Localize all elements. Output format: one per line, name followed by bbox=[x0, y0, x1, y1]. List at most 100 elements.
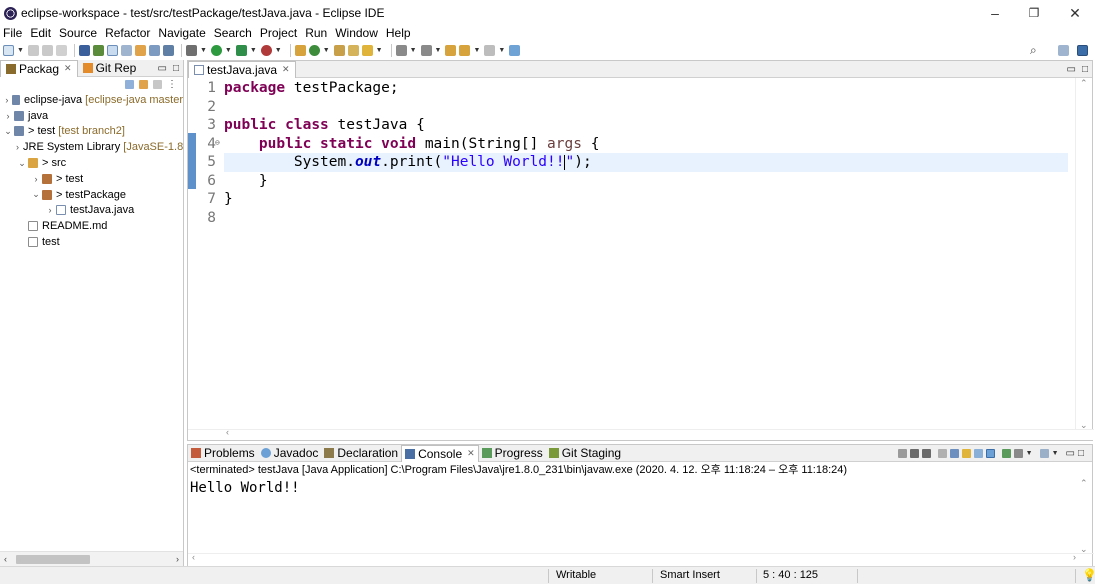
pilcrow-icon[interactable] bbox=[162, 44, 174, 56]
new-class-icon[interactable] bbox=[308, 44, 320, 56]
tree-item-eclipse-java[interactable]: › eclipse-java [eclipse-java master bbox=[0, 92, 183, 108]
code-line[interactable]: public class testJava { bbox=[224, 116, 1068, 135]
expand-icon[interactable]: › bbox=[44, 205, 56, 215]
terminate-icon[interactable] bbox=[897, 449, 907, 458]
coverage-icon[interactable] bbox=[235, 44, 247, 56]
word-wrap-console-icon[interactable] bbox=[961, 449, 971, 458]
minimize-view-icon[interactable]: ▭ bbox=[1067, 64, 1076, 75]
save-icon[interactable] bbox=[27, 44, 39, 56]
menu-help[interactable]: Help bbox=[386, 26, 411, 40]
tab-problems[interactable]: Problems bbox=[188, 445, 258, 462]
search-icon[interactable]: ⌕ bbox=[1030, 43, 1037, 58]
code-line[interactable]: System.out.print("Hello World!!"); bbox=[224, 153, 1068, 172]
scroll-lock-icon[interactable] bbox=[949, 449, 959, 458]
new-class-dropdown-icon[interactable]: ▼ bbox=[323, 47, 330, 54]
pin-console-icon[interactable] bbox=[1001, 449, 1011, 458]
maximize-view-icon[interactable]: □ bbox=[173, 63, 179, 74]
tree-item-src[interactable]: ⌄ > src bbox=[0, 155, 183, 171]
search-dropdown-icon[interactable]: ▼ bbox=[376, 47, 383, 54]
run-icon[interactable] bbox=[210, 44, 222, 56]
scroll-right-icon[interactable]: › bbox=[1073, 552, 1076, 562]
tab-testjava[interactable]: testJava.java ✕ bbox=[188, 60, 296, 78]
tree-item-testjava-file[interactable]: › testJava.java bbox=[0, 203, 183, 219]
code-line[interactable]: public static void main(String[] args { bbox=[224, 135, 1068, 154]
tab-javadoc[interactable]: Javadoc bbox=[258, 445, 322, 462]
block-selection-icon[interactable] bbox=[120, 44, 132, 56]
mark-occurrences-icon[interactable] bbox=[106, 44, 118, 56]
code-line[interactable] bbox=[224, 98, 1068, 117]
maximize-button[interactable]: ❐ bbox=[1019, 3, 1049, 23]
menu-source[interactable]: Source bbox=[59, 26, 97, 40]
java-perspective-icon[interactable] bbox=[1077, 44, 1088, 56]
previous-annotation-icon[interactable] bbox=[420, 44, 432, 56]
close-icon[interactable]: ✕ bbox=[467, 448, 475, 459]
menu-project[interactable]: Project bbox=[260, 26, 297, 40]
scroll-up-icon[interactable]: ⌃ bbox=[1080, 478, 1088, 489]
tree-item-readme[interactable]: README.md bbox=[0, 218, 183, 234]
code-text[interactable]: package testPackage; public class testJa… bbox=[224, 79, 1068, 227]
external-tools-dropdown-icon[interactable]: ▼ bbox=[275, 47, 282, 54]
code-line[interactable]: } bbox=[224, 190, 1068, 209]
minimize-view-icon[interactable]: ▭ bbox=[1066, 448, 1075, 459]
forward-icon[interactable] bbox=[484, 44, 496, 56]
tab-package-explorer[interactable]: Packag ✕ bbox=[0, 59, 78, 77]
open-type-icon[interactable] bbox=[78, 44, 90, 56]
console-horizontal-scrollbar[interactable]: ‹ › bbox=[188, 552, 1094, 566]
scroll-left-icon[interactable]: ‹ bbox=[4, 552, 7, 567]
expand-icon[interactable]: › bbox=[30, 174, 42, 184]
debug-dropdown-icon[interactable]: ▼ bbox=[200, 47, 207, 54]
task-icon[interactable] bbox=[92, 44, 104, 56]
remove-all-terminated-icon[interactable] bbox=[921, 449, 931, 458]
scroll-up-icon[interactable]: ⌃ bbox=[1080, 78, 1088, 89]
expand-icon[interactable]: › bbox=[16, 142, 19, 152]
scroll-left-icon[interactable]: ‹ bbox=[192, 552, 195, 562]
tab-progress[interactable]: Progress bbox=[479, 445, 546, 462]
left-horizontal-scrollbar[interactable]: ‹ › bbox=[0, 551, 183, 566]
expand-icon[interactable]: › bbox=[2, 111, 14, 121]
scroll-left-icon[interactable]: ‹ bbox=[226, 427, 229, 437]
link-with-editor-icon[interactable] bbox=[139, 79, 148, 89]
maximize-view-icon[interactable]: □ bbox=[1078, 448, 1084, 459]
run-dropdown-icon[interactable]: ▼ bbox=[225, 47, 232, 54]
new-java-project-icon[interactable] bbox=[294, 44, 306, 56]
menu-search[interactable]: Search bbox=[214, 26, 252, 40]
tab-declaration[interactable]: Declaration bbox=[321, 445, 401, 462]
code-line[interactable]: package testPackage; bbox=[224, 79, 1068, 98]
print-icon[interactable] bbox=[55, 44, 67, 56]
save-all-icon[interactable] bbox=[41, 44, 53, 56]
scrollbar-thumb[interactable] bbox=[16, 555, 90, 564]
open-folder-icon[interactable] bbox=[333, 44, 345, 56]
show-on-output-icon[interactable] bbox=[973, 449, 983, 458]
new-dropdown-icon[interactable]: ▼ bbox=[17, 47, 24, 54]
forward-dropdown-icon[interactable]: ▼ bbox=[498, 47, 505, 54]
close-icon[interactable]: ✕ bbox=[64, 63, 72, 74]
search-toolbar-icon[interactable] bbox=[361, 44, 373, 56]
remove-launch-icon[interactable] bbox=[909, 449, 919, 458]
word-wrap-icon[interactable] bbox=[134, 44, 146, 56]
coverage-dropdown-icon[interactable]: ▼ bbox=[250, 47, 257, 54]
focus-icon[interactable] bbox=[153, 79, 162, 89]
minimize-view-icon[interactable]: ▭ bbox=[158, 63, 167, 74]
tree-item-testpackage[interactable]: ⌄ > testPackage bbox=[0, 187, 183, 203]
menu-run[interactable]: Run bbox=[305, 26, 327, 40]
tree-item-jre-library[interactable]: › JRE System Library [JavaSE-1.8 bbox=[0, 139, 183, 155]
show-on-error-icon[interactable] bbox=[985, 449, 995, 458]
close-button[interactable]: ✕ bbox=[1060, 3, 1090, 23]
menu-edit[interactable]: Edit bbox=[30, 26, 51, 40]
minimize-button[interactable]: – bbox=[980, 3, 1010, 23]
close-icon[interactable]: ✕ bbox=[282, 64, 290, 75]
clear-console-icon[interactable] bbox=[937, 449, 947, 458]
view-menu-icon[interactable]: ⋮ bbox=[167, 79, 177, 90]
display-console-dropdown-icon[interactable]: ▼ bbox=[1026, 450, 1033, 457]
external-tools-icon[interactable] bbox=[260, 44, 272, 56]
open-console-icon[interactable] bbox=[1039, 449, 1049, 458]
collapse-all-icon[interactable] bbox=[125, 79, 134, 89]
tree-item-test-file[interactable]: test bbox=[0, 234, 183, 250]
menu-window[interactable]: Window bbox=[335, 26, 378, 40]
debug-icon[interactable] bbox=[185, 44, 197, 56]
console-vertical-scrollbar[interactable]: ⌃ ⌄ bbox=[1077, 478, 1092, 555]
editor-horizontal-scrollbar[interactable]: ‹ bbox=[188, 427, 1094, 440]
expand-icon[interactable]: › bbox=[2, 95, 12, 105]
tree-item-java[interactable]: › java bbox=[0, 108, 183, 124]
tab-console[interactable]: Console ✕ bbox=[401, 444, 479, 462]
